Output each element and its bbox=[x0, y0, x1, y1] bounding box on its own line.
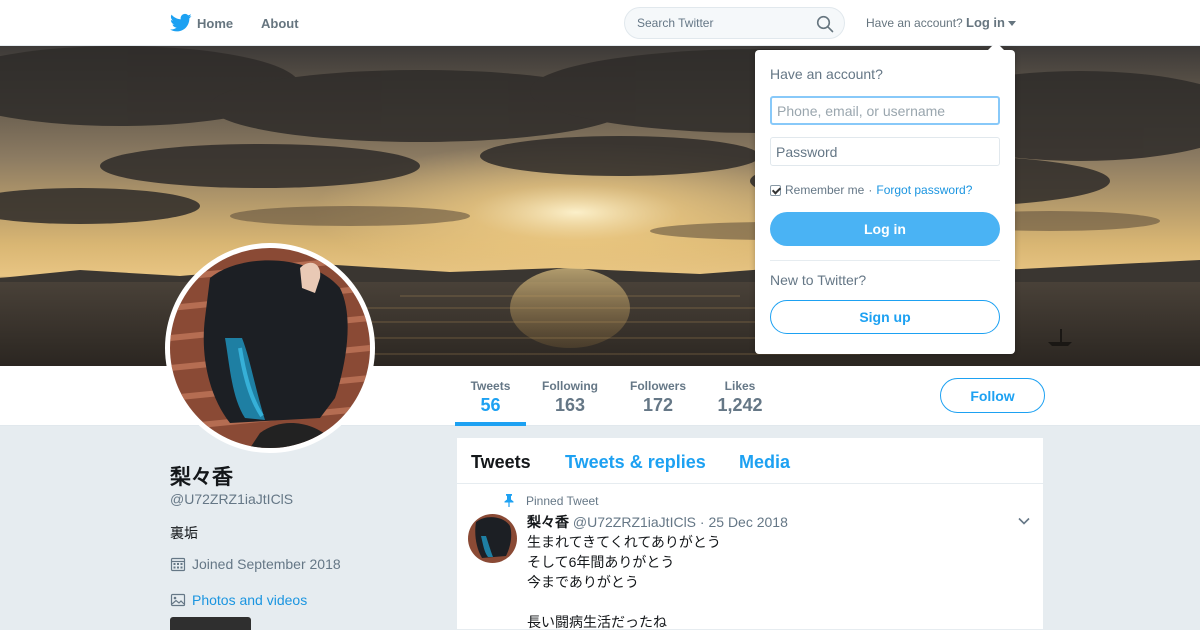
login-dropdown-toggle[interactable]: Log in bbox=[966, 15, 1016, 30]
image-icon bbox=[170, 593, 186, 607]
timeline: Tweets Tweets & replies Media Pinned Twe… bbox=[456, 437, 1044, 630]
username-field[interactable] bbox=[770, 96, 1000, 125]
pinned-tweet[interactable]: Pinned Tweet 梨々香 @U72ZRZ1iaJtIClS · 25 D… bbox=[457, 484, 1043, 630]
pinned-tweet-label: Pinned Tweet bbox=[526, 494, 599, 508]
tweet-date[interactable]: 25 Dec 2018 bbox=[708, 514, 787, 530]
stat-followers[interactable]: Followers 172 bbox=[624, 366, 692, 426]
stat-following-label: Following bbox=[542, 379, 598, 393]
search-input[interactable] bbox=[637, 16, 807, 30]
profile-handle[interactable]: @U72ZRZ1iaJtIClS bbox=[170, 491, 293, 507]
stat-following[interactable]: Following 163 bbox=[536, 366, 604, 426]
login-label: Log in bbox=[966, 15, 1005, 30]
chevron-down-icon[interactable] bbox=[1017, 514, 1031, 528]
remember-me-label[interactable]: Remember me bbox=[785, 183, 864, 197]
follow-button[interactable]: Follow bbox=[940, 378, 1045, 413]
twitter-bird-icon[interactable] bbox=[170, 13, 192, 33]
search-box bbox=[624, 7, 845, 39]
login-prompt-text: Have an account? bbox=[866, 16, 963, 30]
profile-joined-date: Joined September 2018 bbox=[170, 556, 341, 572]
calendar-icon bbox=[170, 557, 186, 572]
remember-me-checkbox[interactable] bbox=[770, 184, 781, 196]
profile-joined-text: Joined September 2018 bbox=[192, 556, 341, 572]
photos-and-videos-label: Photos and videos bbox=[192, 592, 308, 608]
dropdown-arrow bbox=[987, 42, 1005, 51]
timeline-tabs: Tweets Tweets & replies Media bbox=[457, 438, 1043, 484]
stat-likes[interactable]: Likes 1,242 bbox=[710, 366, 770, 426]
nav-home-link[interactable]: Home bbox=[197, 16, 233, 31]
avatar-image bbox=[170, 248, 370, 448]
tweet-text-line: そして6年間ありがとう bbox=[527, 554, 675, 570]
profile-bio: 裏垢 bbox=[170, 525, 198, 541]
password-field[interactable] bbox=[770, 137, 1000, 166]
stat-likes-label: Likes bbox=[724, 379, 756, 393]
caret-down-icon bbox=[1008, 21, 1016, 26]
stat-followers-label: Followers bbox=[629, 379, 686, 393]
login-button[interactable]: Log in bbox=[770, 212, 1000, 246]
tab-tweets-and-replies[interactable]: Tweets & replies bbox=[565, 452, 706, 473]
nav-home-label: Home bbox=[197, 16, 234, 31]
dropdown-divider bbox=[770, 260, 1000, 261]
nav-about-link[interactable]: About bbox=[261, 16, 299, 31]
new-to-twitter-text: New to Twitter? bbox=[770, 272, 867, 288]
remember-row: Remember me · Forgot password? bbox=[770, 183, 972, 197]
tweet-text-line: 今までありがとう bbox=[527, 574, 639, 590]
media-thumbnail[interactable] bbox=[170, 617, 251, 630]
stat-tweets[interactable]: Tweets 56 bbox=[455, 366, 526, 426]
tweet-text-line: 長い闘病生活だったね bbox=[527, 614, 667, 630]
nav-about-label: About bbox=[261, 16, 299, 31]
forgot-password-link[interactable]: Forgot password? bbox=[876, 183, 972, 197]
login-dropdown-title: Have an account? bbox=[770, 66, 883, 82]
remember-separator: · bbox=[868, 183, 873, 197]
stat-tweets-label: Tweets bbox=[470, 379, 511, 393]
tweet-header: 梨々香 @U72ZRZ1iaJtIClS · 25 Dec 2018 bbox=[527, 512, 788, 532]
signup-button[interactable]: Sign up bbox=[770, 300, 1000, 334]
stat-following-value: 163 bbox=[554, 395, 586, 415]
top-navigation: Home About Have an account? Log in bbox=[0, 0, 1200, 46]
profile-name: 梨々香 bbox=[170, 466, 233, 489]
stat-likes-value: 1,242 bbox=[717, 395, 763, 415]
tab-media[interactable]: Media bbox=[739, 452, 790, 473]
tweet-avatar[interactable] bbox=[468, 514, 517, 563]
tweet-separator: · bbox=[699, 514, 705, 530]
photos-and-videos-link[interactable]: Photos and videos bbox=[170, 592, 307, 608]
tweet-author-name[interactable]: 梨々香 bbox=[527, 514, 569, 530]
profile-avatar[interactable] bbox=[165, 243, 375, 453]
pin-icon bbox=[504, 494, 514, 507]
stat-tweets-value: 56 bbox=[480, 395, 501, 415]
tweet-author-handle[interactable]: @U72ZRZ1iaJtIClS bbox=[573, 514, 696, 530]
search-icon[interactable] bbox=[816, 15, 834, 33]
login-dropdown: Have an account? Remember me · Forgot pa… bbox=[755, 50, 1015, 354]
stat-followers-value: 172 bbox=[642, 395, 674, 415]
tweet-text-line: 生まれてきてくれてありがとう bbox=[527, 534, 721, 550]
tab-tweets[interactable]: Tweets bbox=[471, 452, 531, 473]
